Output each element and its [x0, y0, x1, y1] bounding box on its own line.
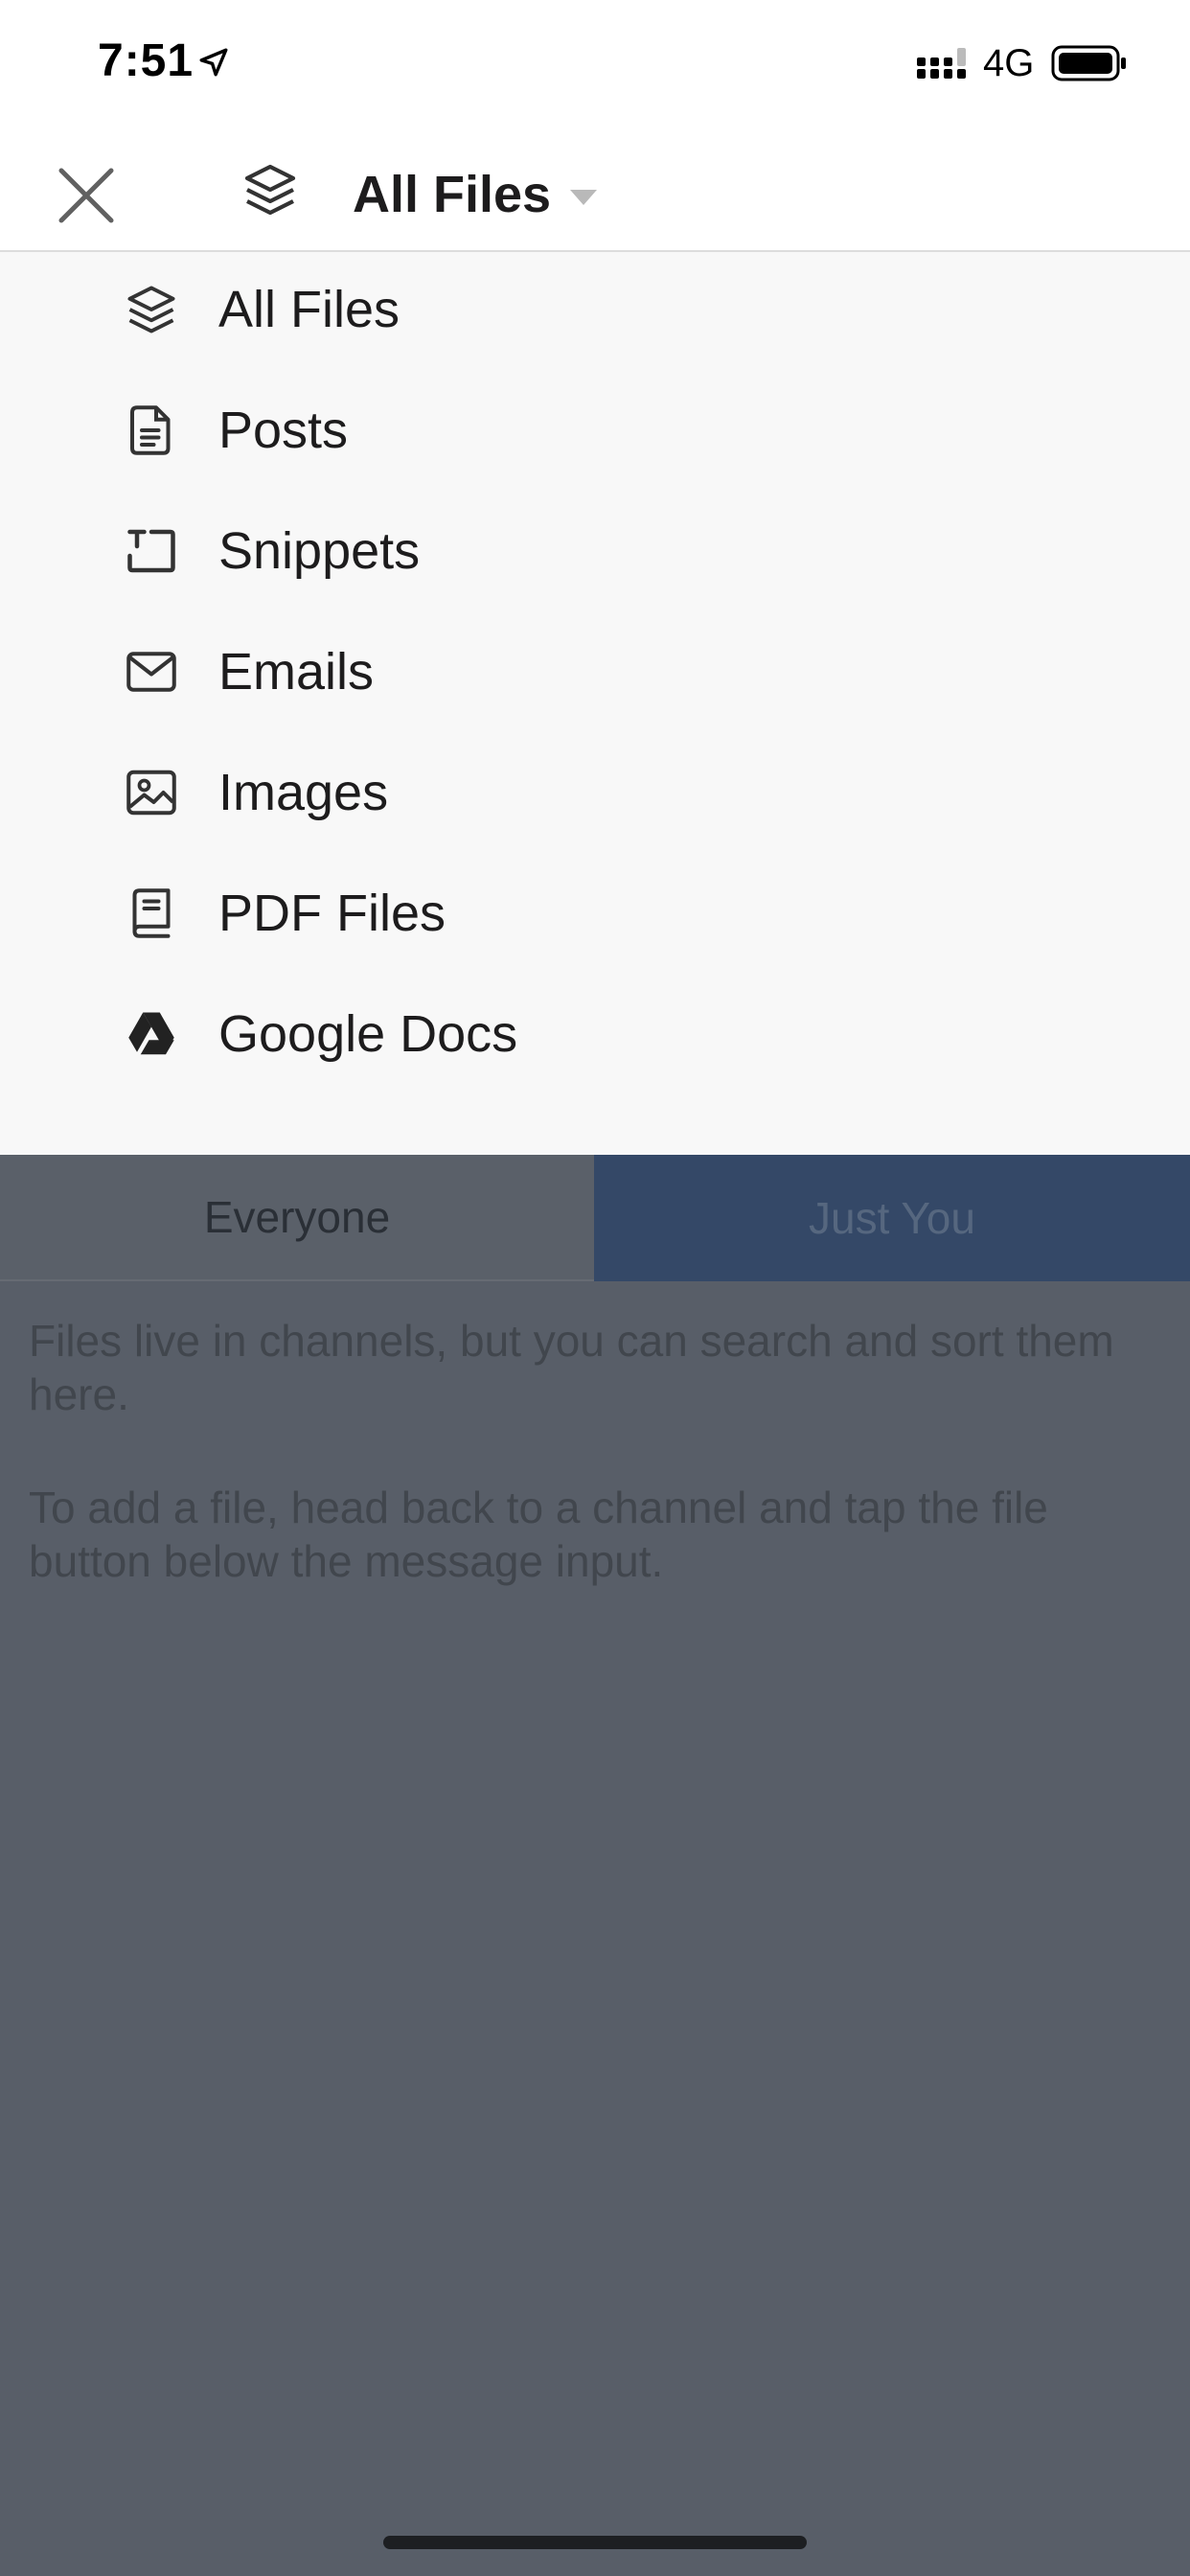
status-bar: 7:51 4G	[0, 0, 1190, 134]
menu-item-all-files[interactable]: All Files	[0, 252, 1190, 373]
empty-state-text-1: Files live in channels, but you can sear…	[29, 1316, 1114, 1419]
file-type-menu: All Files Posts Snippets Emails Images P…	[0, 252, 1190, 1155]
document-icon	[130, 405, 171, 455]
status-time: 7:51	[98, 35, 195, 86]
dimmed-backdrop[interactable]: Everyone Just You Files live in channels…	[0, 1155, 1190, 2576]
envelope-icon	[126, 652, 176, 692]
menu-item-label: Posts	[218, 402, 349, 459]
network-type: 4G	[983, 42, 1035, 84]
menu-item-emails[interactable]: Emails	[0, 614, 1190, 735]
home-indicator	[383, 2536, 807, 2549]
pdf-book-icon	[132, 888, 171, 938]
google-drive-icon	[128, 1012, 174, 1055]
menu-item-label: All Files	[218, 281, 400, 338]
file-type-dropdown-toggle[interactable]: All Files	[353, 161, 598, 228]
menu-item-label: Snippets	[218, 522, 421, 580]
menu-item-google-docs[interactable]: Google Docs	[0, 977, 1190, 1097]
menu-item-pdf-files[interactable]: PDF Files	[0, 856, 1190, 977]
menu-item-snippets[interactable]: Snippets	[0, 494, 1190, 614]
tab-everyone[interactable]: Everyone	[0, 1155, 594, 1281]
image-icon	[126, 770, 176, 816]
menu-item-images[interactable]: Images	[0, 735, 1190, 856]
tab-label: Everyone	[203, 1192, 391, 1242]
menu-item-label: PDF Files	[218, 885, 446, 942]
location-arrow-icon	[199, 48, 228, 77]
menu-item-label: Images	[218, 764, 389, 821]
close-icon	[58, 168, 114, 223]
menu-item-label: Emails	[218, 643, 375, 701]
snippet-icon	[127, 529, 175, 573]
empty-state-text-2: To add a file, head back to a channel an…	[29, 1483, 1048, 1586]
close-button[interactable]	[48, 157, 125, 234]
tab-label: Just You	[809, 1193, 975, 1243]
cellular-signal-icon	[917, 48, 966, 79]
menu-item-posts[interactable]: Posts	[0, 373, 1190, 494]
tab-just-you[interactable]: Just You	[594, 1155, 1190, 1281]
menu-item-label: Google Docs	[218, 1005, 518, 1063]
battery-icon	[1051, 45, 1126, 81]
header: All Files	[0, 134, 1190, 252]
layers-icon	[244, 164, 296, 216]
header-title: All Files	[353, 166, 552, 223]
layers-icon	[127, 286, 175, 334]
caret-down-icon	[570, 190, 598, 205]
